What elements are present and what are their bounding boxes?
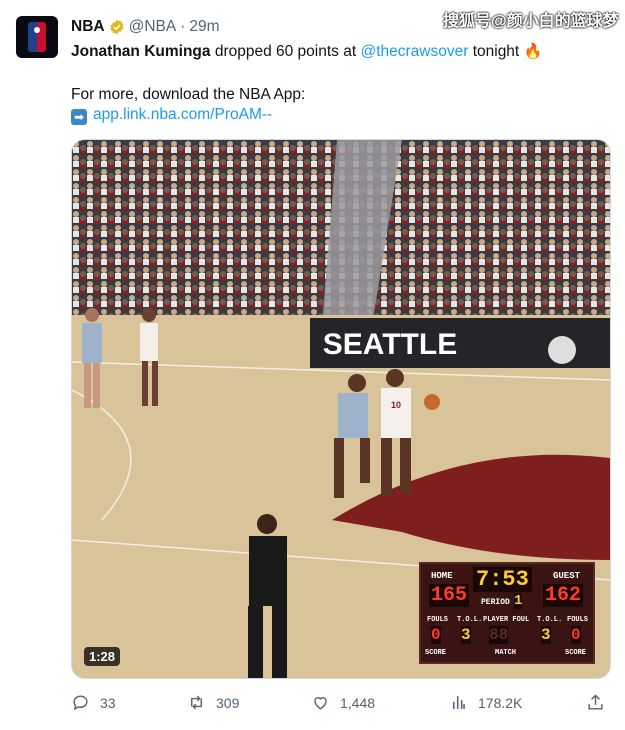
tweet: 搜狐号@颜小白的篮球梦 NBA @NBA · 29m Jonathan Kumi… <box>0 0 625 730</box>
share-button[interactable] <box>586 693 605 712</box>
heart-icon <box>314 697 327 710</box>
verified-badge-icon <box>109 19 124 35</box>
home-score-label: SCORE <box>425 649 447 657</box>
guest-tol: 3 <box>541 626 551 644</box>
home-tol-label: T.O.L. <box>457 616 483 624</box>
basketball-icon <box>424 394 440 410</box>
reply-icon <box>73 695 88 711</box>
period-value: 1 <box>514 593 523 609</box>
watermark: 搜狐号@颜小白的篮球梦 <box>443 13 619 30</box>
tweet-text: Jonathan Kuminga dropped 60 points at @t… <box>71 42 542 61</box>
home-label: HOME <box>431 571 453 581</box>
right-arrow-icon: ➡ <box>71 109 87 125</box>
reply-button[interactable]: 33 <box>71 693 116 712</box>
player-name: Jonathan Kuminga <box>71 43 211 60</box>
match-label: MATCH <box>495 649 517 657</box>
nba-logo-icon <box>28 22 46 52</box>
guest-fouls-label: FOULS <box>567 616 589 624</box>
tweet-actions: 33 309 1,448 178.2K <box>71 693 609 713</box>
like-button[interactable]: 1,448 <box>311 693 375 712</box>
game-clock: 7:53 <box>473 567 532 592</box>
reply-count: 33 <box>100 694 116 711</box>
tweet-text-end: tonight <box>468 43 524 60</box>
share-icon <box>588 694 603 710</box>
app-link[interactable]: app.link.nba.com/ProAM-- <box>93 106 272 123</box>
home-fouls-label: FOULS <box>427 616 449 624</box>
retweet-count: 309 <box>216 694 240 711</box>
view-count: 178.2K <box>478 694 523 711</box>
jersey-number: 10 <box>391 400 401 410</box>
guest-tol-label: T.O.L. <box>537 616 563 624</box>
tweet-header: NBA @NBA · 29m <box>71 18 220 36</box>
tweet-text-line2: For more, download the NBA App: <box>71 86 306 103</box>
guest-fouls: 0 <box>571 626 581 644</box>
home-fouls: 0 <box>431 626 441 644</box>
tweet-text-mid: dropped 60 points at <box>210 43 361 60</box>
avatar[interactable] <box>16 16 58 58</box>
banner-text: SEATTLE <box>323 328 457 361</box>
home-tol: 3 <box>461 626 471 644</box>
like-count: 1,448 <box>340 694 376 711</box>
analytics-icon <box>452 696 465 709</box>
author-name[interactable]: NBA <box>71 18 105 36</box>
video-duration: 1:28 <box>84 647 121 666</box>
author-handle[interactable]: @NBA <box>129 18 177 36</box>
team-logo-icon <box>548 336 576 364</box>
views-button[interactable]: 178.2K <box>449 693 522 712</box>
player-foul: 88 <box>489 626 509 644</box>
guest-score-label: SCORE <box>565 649 587 657</box>
player-foul-label: PLAYER FOUL <box>483 616 530 624</box>
fire-emoji: 🔥 <box>523 43 543 60</box>
guest-score: 162 <box>543 584 584 607</box>
guest-label: GUEST <box>553 571 581 581</box>
home-score: 165 <box>429 584 470 607</box>
mention-link[interactable]: @thecrawsover <box>360 43 468 60</box>
retweet-button[interactable]: 309 <box>187 693 239 712</box>
scoreboard: HOME GUEST 7:53 165 162 PERIOD 1 FOULS T… <box>419 562 595 664</box>
tweet-time[interactable]: 29m <box>189 18 219 36</box>
tweet-link-line: ➡ app.link.nba.com/ProAM-- <box>71 106 272 125</box>
separator-dot: · <box>180 18 186 35</box>
retweet-icon <box>191 695 202 710</box>
period-label: PERIOD <box>481 598 510 607</box>
video-player[interactable]: SEATTLE 10 HOME GUEST 7:53 165 162 PERIO… <box>71 139 611 679</box>
